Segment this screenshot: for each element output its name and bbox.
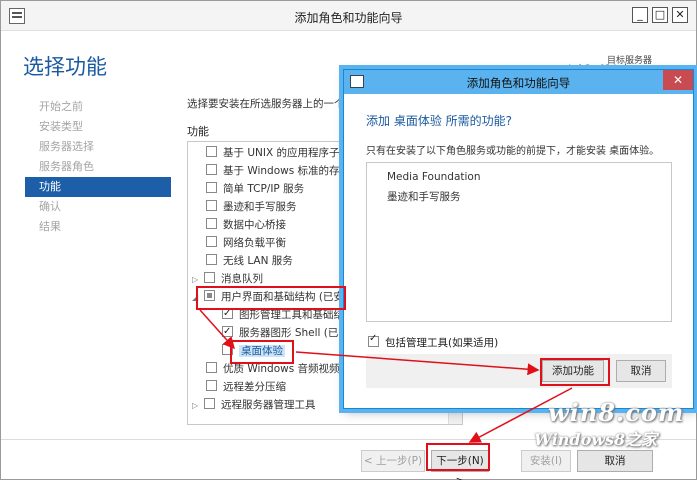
feature-checkbox[interactable] <box>204 398 215 409</box>
feature-checkbox[interactable] <box>222 323 233 341</box>
feature-checkbox[interactable] <box>206 200 217 211</box>
feature-checkbox[interactable] <box>206 218 217 229</box>
feature-checkbox[interactable] <box>206 254 217 265</box>
dependency-list: Media Foundation 墨迹和手写服务 <box>366 162 672 322</box>
annotation-box-add-features <box>540 358 610 386</box>
feature-checkbox[interactable] <box>204 272 215 283</box>
dialog-footer: 添加功能 取消 <box>366 354 672 388</box>
annotation-box-next <box>426 443 490 471</box>
feature-row[interactable]: 远程差分压缩 <box>206 378 286 396</box>
dependency-item: 墨迹和手写服务 <box>387 191 461 203</box>
wizard-nav: 开始之前 安装类型 服务器选择 服务器角色 功能 确认 结果 <box>25 97 171 237</box>
feature-checkbox[interactable] <box>206 236 217 247</box>
features-label: 功能 <box>187 125 209 138</box>
feature-checkbox[interactable] <box>206 380 217 391</box>
dialog-heading: 添加 桌面体验 所需的功能? <box>366 114 512 128</box>
feature-row[interactable]: 无线 LAN 服务 <box>206 252 293 270</box>
include-tools-label: 包括管理工具(如果适用) <box>385 337 499 349</box>
main-title-bar: 添加角色和功能向导 _ □ ✕ <box>1 1 696 31</box>
close-button[interactable]: ✕ <box>672 7 688 23</box>
maximize-button[interactable]: □ <box>652 7 668 23</box>
nav-item-features[interactable]: 功能 <box>25 177 171 197</box>
cancel-button[interactable]: 取消 <box>577 450 653 472</box>
window-title: 添加角色和功能向导 <box>294 11 403 25</box>
nav-item-installation-type[interactable]: 安装类型 <box>25 117 171 137</box>
feature-row[interactable]: 简单 TCP/IP 服务 <box>206 180 304 198</box>
dialog-description: 只有在安装了以下角色服务或功能的前提下，才能安装 桌面体验。 <box>366 146 660 157</box>
watermark-text: Windows8之家 <box>534 430 658 449</box>
add-features-dialog: 添加角色和功能向导 ✕ 添加 桌面体验 所需的功能? 只有在安装了以下角色服务或… <box>343 69 694 409</box>
nav-item-server-selection[interactable]: 服务器选择 <box>25 137 171 157</box>
dialog-title-bar: 添加角色和功能向导 ✕ <box>344 70 693 94</box>
feature-row[interactable]: 墨迹和手写服务 <box>206 198 297 216</box>
nav-item-server-roles[interactable]: 服务器角色 <box>25 157 171 177</box>
expand-icon[interactable]: ▷ <box>192 397 202 415</box>
dialog-close-button[interactable]: ✕ <box>663 70 693 90</box>
feature-row[interactable]: 数据中心桥接 <box>206 216 286 234</box>
feature-checkbox[interactable] <box>206 182 217 193</box>
feature-row[interactable]: 基于 UNIX 的应用程序子系统 <box>206 144 361 162</box>
feature-row[interactable]: 网络负载平衡 <box>206 234 286 252</box>
feature-checkbox[interactable] <box>206 164 217 175</box>
prev-button[interactable]: < 上一步(P) <box>361 450 425 472</box>
dialog-cancel-button[interactable]: 取消 <box>616 360 666 382</box>
dialog-title: 添加角色和功能向导 <box>466 76 571 90</box>
nav-item-confirmation[interactable]: 确认 <box>25 197 171 217</box>
feature-row[interactable]: ▷ 远程服务器管理工具 <box>192 396 316 414</box>
instructions-text: 选择要安装在所选服务器上的一个或多个功能。 <box>187 98 347 110</box>
annotation-box-desktop-experience <box>230 340 294 364</box>
watermark-logo: win8.com <box>548 398 685 427</box>
minimize-button[interactable]: _ <box>632 7 648 23</box>
page-title: 选择功能 <box>23 55 107 79</box>
annotation-box-ui-infrastructure <box>196 286 346 310</box>
nav-item-before-you-begin[interactable]: 开始之前 <box>25 97 171 117</box>
feature-checkbox[interactable] <box>206 362 217 373</box>
install-button[interactable]: 安装(I) <box>521 450 571 472</box>
include-tools-checkbox[interactable] <box>368 333 379 347</box>
feature-checkbox[interactable] <box>206 146 217 157</box>
nav-item-results[interactable]: 结果 <box>25 217 171 237</box>
dependency-item: Media Foundation <box>387 171 481 183</box>
include-tools-option[interactable]: 包括管理工具(如果适用) <box>368 333 499 350</box>
